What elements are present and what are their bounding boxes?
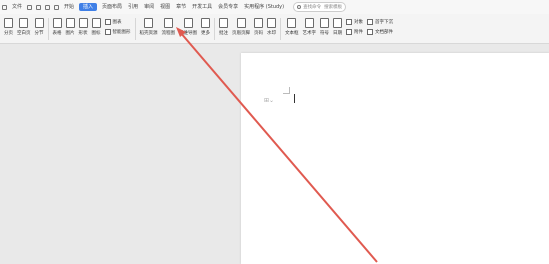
arrow-line: [179, 31, 378, 263]
arrow-head: [176, 27, 186, 37]
annotation-arrow-icon: [176, 27, 378, 263]
